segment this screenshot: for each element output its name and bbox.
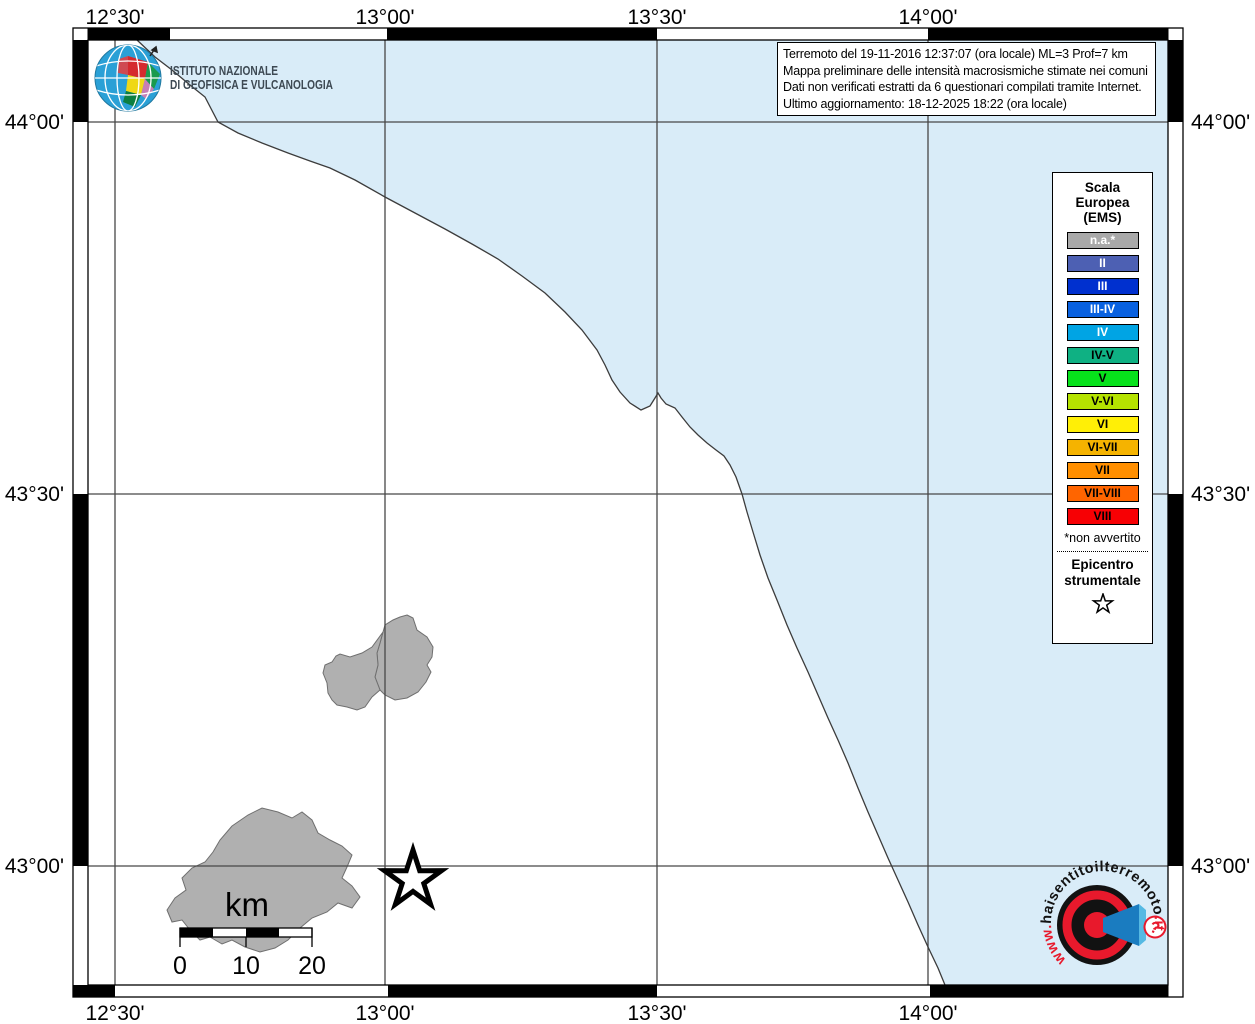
legend-item-vvi: V-VI (1067, 393, 1139, 410)
ingv-name-line1: ISTITUTO NAZIONALE (170, 64, 333, 78)
legend-item-vi: VI (1067, 416, 1139, 433)
legend-footnote: *non avvertito (1053, 531, 1152, 545)
site-logo-tld: .it (1150, 915, 1166, 932)
scale-bar-tick-20: 20 (298, 952, 326, 980)
scale-bar-tick-10: 10 (232, 952, 260, 980)
ingv-globe-icon (92, 42, 166, 114)
axis-label-top: 13°30' (627, 6, 686, 29)
scale-bar-tick-0: 0 (173, 952, 187, 980)
event-subtitle: Mappa preliminare delle intensità macros… (783, 63, 1150, 80)
axis-label-bottom: 13°30' (627, 1002, 686, 1024)
axis-label-top: 14°00' (898, 6, 957, 29)
event-update-time: Ultimo aggiornamento: 18-12-2025 18:22 (… (783, 96, 1150, 113)
legend-item-iiiiv: III-IV (1067, 301, 1139, 318)
event-data-note: Dati non verificati estratti da 6 questi… (783, 79, 1150, 96)
macroseismic-map-page: km 0 10 20 (0, 0, 1255, 1024)
legend-item-viii: VIII (1067, 508, 1139, 525)
legend-epicenter-line: Epicentro (1053, 557, 1152, 573)
ingv-logo: ISTITUTO NAZIONALE DI GEOFISICA E VULCAN… (92, 42, 379, 114)
legend-epicenter-line: strumentale (1053, 573, 1152, 589)
axis-label-right: 43°30' (1191, 483, 1250, 506)
legend-item-iv: IV (1067, 324, 1139, 341)
legend-item-ii: II (1067, 255, 1139, 272)
legend-divider (1057, 551, 1148, 552)
axis-label-bottom: 12°30' (85, 1002, 144, 1024)
legend-item-ivv: IV-V (1067, 347, 1139, 364)
axis-label-bottom: 13°00' (355, 1002, 414, 1024)
axis-label-left: 43°00' (5, 855, 64, 878)
legend-item-iii: III (1067, 278, 1139, 295)
legend-title-line: Europea (1053, 195, 1152, 210)
event-info-box: Terremoto del 19-11-2016 12:37:07 (ora l… (777, 42, 1156, 116)
star-outline-icon (1090, 593, 1116, 615)
legend-title-line: (EMS) (1053, 210, 1152, 225)
event-title: Terremoto del 19-11-2016 12:37:07 (ora l… (783, 46, 1150, 63)
axis-label-left: 44°00' (5, 111, 64, 134)
legend-item-na: n.a.* (1067, 232, 1139, 249)
legend-items: n.a.*IIIIIIII-IVIVIV-VVV-VIVIVI-VIIVIIVI… (1053, 232, 1152, 525)
legend-item-vivii: VI-VII (1067, 439, 1139, 456)
intensity-legend: Scala Europea (EMS) n.a.*IIIIIIII-IVIVIV… (1052, 172, 1153, 644)
haisentitoilterremoto-logo: ? www.haisentitoilterremoto.it (1036, 856, 1170, 990)
north-arrow-icon (150, 47, 157, 56)
axis-label-bottom: 14°00' (898, 1002, 957, 1024)
legend-title-line: Scala (1053, 180, 1152, 195)
axis-label-right: 44°00' (1191, 111, 1250, 134)
legend-item-vii: VII (1067, 462, 1139, 479)
axis-label-right: 43°00' (1191, 855, 1250, 878)
ingv-name-line2: DI GEOFISICA E VULCANOLOGIA (170, 78, 333, 92)
axis-label-top: 13°00' (355, 6, 414, 29)
axis-label-top: 12°30' (85, 6, 144, 29)
legend-item-v: V (1067, 370, 1139, 387)
axis-label-left: 43°30' (5, 483, 64, 506)
scale-bar-unit: km (225, 886, 269, 923)
legend-item-viiviii: VII-VIII (1067, 485, 1139, 502)
